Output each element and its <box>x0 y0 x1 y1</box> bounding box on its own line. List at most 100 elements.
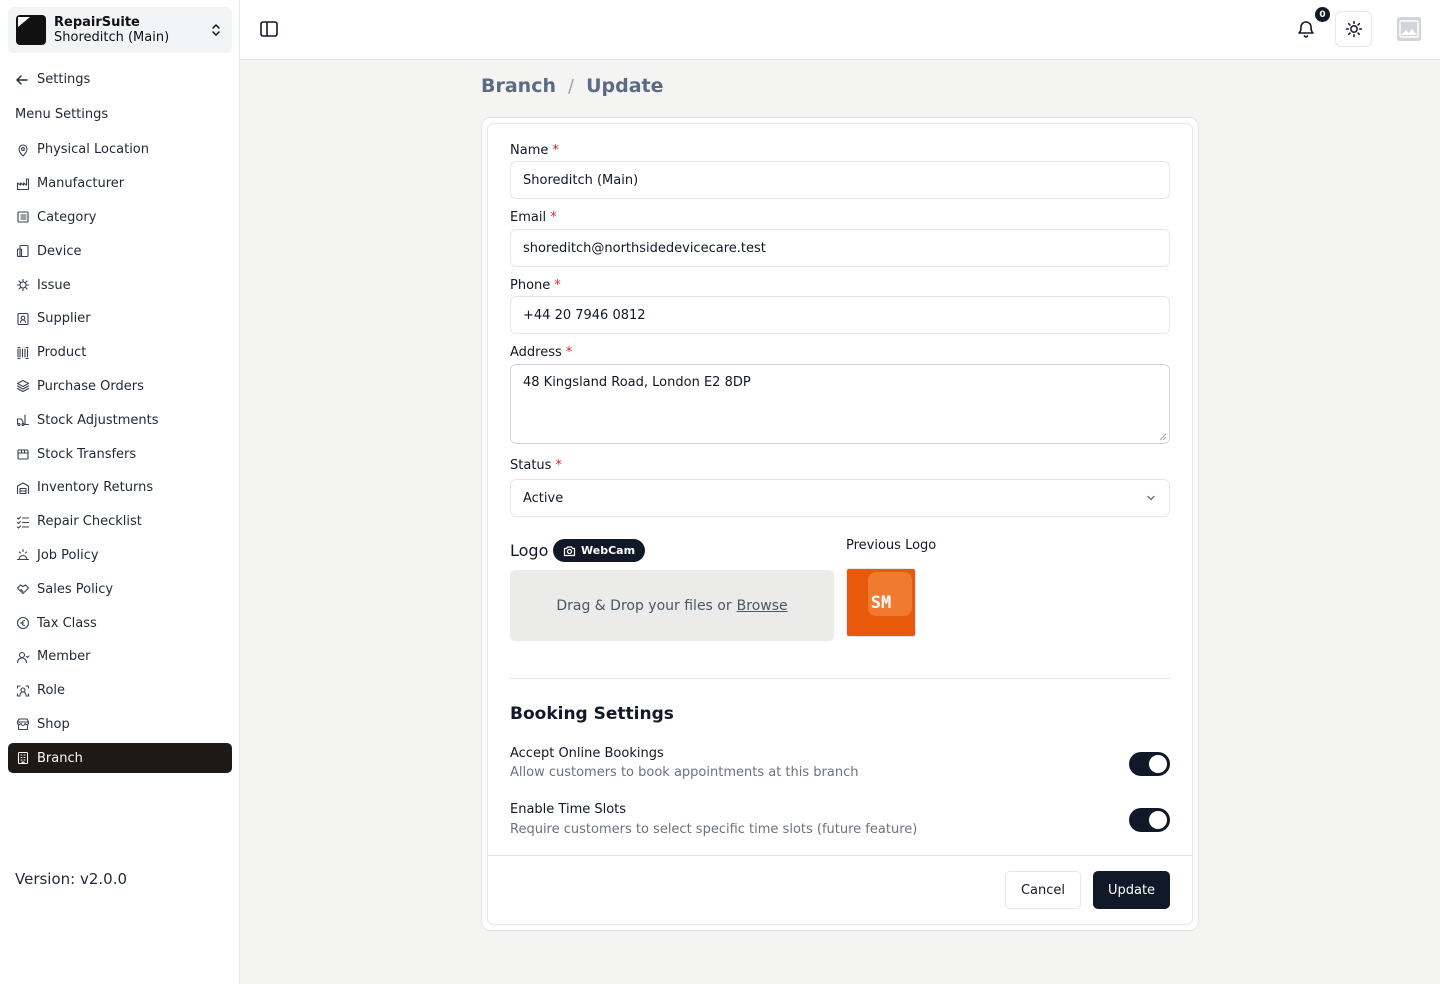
user-avatar[interactable] <box>1397 17 1421 41</box>
sun-icon <box>1345 20 1362 38</box>
address-textarea[interactable]: 48 Kingsland Road, London E2 8DP <box>510 364 1170 444</box>
back-label: Settings <box>37 72 91 87</box>
resize-handle-icon[interactable] <box>1159 433 1167 441</box>
breadcrumb: Branch / Update <box>481 75 664 97</box>
sidebar-item-label: Purchase Orders <box>37 378 144 394</box>
status-select[interactable]: Active <box>510 479 1170 517</box>
coin-icon <box>16 616 30 630</box>
sidebar-item-product[interactable]: Product <box>8 336 232 370</box>
sidebar-item-label: Inventory Returns <box>37 480 154 496</box>
brand-name: RepairSuite <box>54 15 140 30</box>
accept-online-bookings-toggle[interactable] <box>1129 752 1170 776</box>
brand-branch: Shoreditch (Main) <box>54 30 170 45</box>
sidebar-item-purchase-orders[interactable]: Purchase Orders <box>8 370 232 404</box>
arrow-left-icon <box>16 74 28 85</box>
sidebar-item-device[interactable]: Device <box>8 234 232 268</box>
user-icon <box>16 651 30 663</box>
list-icon <box>17 211 29 224</box>
factory-icon <box>16 178 30 190</box>
store-icon <box>16 718 30 731</box>
sidebar-item-shop[interactable]: Shop <box>8 708 232 742</box>
sidebar-item-label: Stock Transfers <box>37 446 137 462</box>
sidebar-item-role[interactable]: Role <box>8 674 232 708</box>
notification-count-badge: 0 <box>1315 7 1330 22</box>
cancel-button[interactable]: Cancel <box>1005 871 1081 909</box>
breadcrumb-current: Update <box>586 75 664 97</box>
previous-logo-text: SM <box>870 593 892 613</box>
theme-toggle-button[interactable] <box>1335 11 1372 47</box>
address-value: 48 Kingsland Road, London E2 8DP <box>523 375 751 390</box>
back-to-settings-link[interactable]: Settings <box>15 72 90 87</box>
name-label: Name * <box>510 143 559 158</box>
sidebar-item-stock-adjustments[interactable]: Stock Adjustments <box>8 403 232 437</box>
role-icon <box>16 685 30 697</box>
enable-time-slots-title: Enable Time Slots <box>510 802 627 817</box>
sidebar-item-label: Tax Class <box>37 615 97 631</box>
accept-online-bookings-description: Allow customers to book appointments at … <box>510 765 859 780</box>
branch-switcher[interactable]: RepairSuite Shoreditch (Main) <box>8 7 232 53</box>
browse-link[interactable]: Browse <box>737 598 788 614</box>
warehouse-icon <box>16 482 30 494</box>
menu-heading: Menu Settings <box>15 107 109 122</box>
address-label: Address * <box>510 345 573 360</box>
bell-icon[interactable] <box>1295 18 1317 40</box>
update-button[interactable]: Update <box>1093 871 1170 909</box>
sidebar-item-repair-checklist[interactable]: Repair Checklist <box>8 505 232 539</box>
logo-label: Logo <box>510 541 549 560</box>
previous-logo-label: Previous Logo <box>846 538 937 553</box>
status-value: Active <box>523 490 564 506</box>
enable-time-slots-toggle[interactable] <box>1129 808 1170 832</box>
image-placeholder-icon <box>1397 17 1421 41</box>
sidebar-item-label: Supplier <box>37 311 91 327</box>
enable-time-slots-description: Require customers to select specific tim… <box>510 822 918 837</box>
sidebar-item-issue[interactable]: Issue <box>8 268 232 302</box>
section-divider <box>510 678 1170 679</box>
breadcrumb-parent[interactable]: Branch <box>481 75 556 97</box>
sidebar-item-manufacturer[interactable]: Manufacturer <box>8 167 232 201</box>
sidebar: RepairSuite Shoreditch (Main) Settings M… <box>0 0 240 984</box>
version-label: Version: v2.0.0 <box>15 870 128 888</box>
sidebar-item-label: Stock Adjustments <box>37 412 159 428</box>
sidebar-item-branch[interactable]: Branch <box>8 743 232 774</box>
dropzone-text: Drag & Drop your files or <box>556 597 732 614</box>
barcode-icon <box>17 346 29 359</box>
sidebar-item-label: Product <box>37 345 87 361</box>
brand-logo <box>16 15 46 45</box>
sidebar-item-label: Branch <box>37 750 83 766</box>
sidebar-item-label: Role <box>37 683 66 699</box>
logo-dropzone[interactable]: Drag & Drop your files or Browse <box>510 570 834 641</box>
sidebar-item-label: Job Policy <box>37 547 99 563</box>
footer-divider <box>488 855 1192 856</box>
phone-input[interactable]: +44 20 7946 0812 <box>510 296 1170 334</box>
email-label: Email * <box>510 210 557 225</box>
device-icon <box>16 245 29 258</box>
sidebar-item-label: Manufacturer <box>37 176 125 192</box>
chevron-down-icon <box>1147 495 1155 501</box>
map-pin-icon <box>18 144 28 157</box>
sidebar-item-tax-class[interactable]: Tax Class <box>8 606 232 640</box>
webcam-button[interactable]: WebCam <box>553 539 646 562</box>
sidebar-toggle-icon[interactable] <box>258 18 280 40</box>
sidebar-item-label: Issue <box>37 277 71 293</box>
sidebar-item-inventory-returns[interactable]: Inventory Returns <box>8 471 232 505</box>
webcam-label: WebCam <box>581 544 636 557</box>
sidebar-item-label: Member <box>37 649 91 665</box>
sidebar-item-member[interactable]: Member <box>8 640 232 674</box>
sidebar-item-label: Shop <box>37 716 70 732</box>
sidebar-item-stock-transfers[interactable]: Stock Transfers <box>8 437 232 471</box>
previous-logo-image: SM <box>846 568 916 637</box>
contact-icon <box>17 312 29 325</box>
sidebar-item-category[interactable]: Category <box>8 201 232 235</box>
breadcrumb-separator: / <box>568 75 575 97</box>
sidebar-item-supplier[interactable]: Supplier <box>8 302 232 336</box>
accept-online-bookings-title: Accept Online Bookings <box>510 746 664 761</box>
forklift-icon <box>16 414 30 427</box>
sidebar-item-label: Sales Policy <box>37 581 114 597</box>
sidebar-item-sales-policy[interactable]: Sales Policy <box>8 572 232 606</box>
sidebar-item-job-policy[interactable]: Job Policy <box>8 539 232 573</box>
building-icon <box>17 752 29 765</box>
email-input[interactable]: shoreditch@northsidedevicecare.test <box>510 229 1170 267</box>
name-input[interactable]: Shoreditch (Main) <box>510 161 1170 199</box>
sidebar-item-physical-location[interactable]: Physical Location <box>8 133 232 167</box>
settings-nav: Physical Location Manufacturer Category Dev… <box>8 133 232 774</box>
